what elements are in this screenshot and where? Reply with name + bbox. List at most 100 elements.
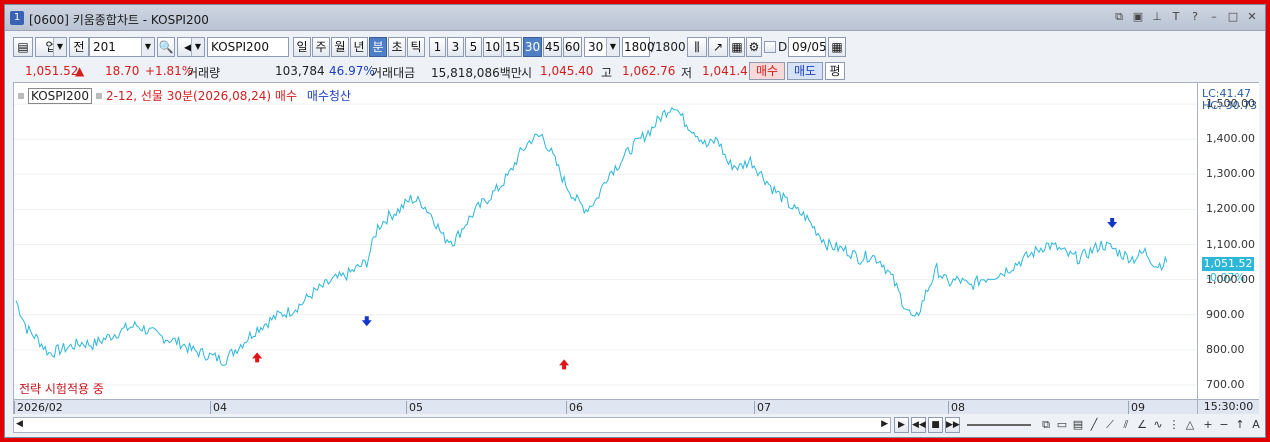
y-tick-label: 700.00 [1206, 377, 1245, 391]
d-label: D [778, 40, 788, 54]
sell-signal-arrow [361, 316, 372, 327]
text-size-icon[interactable]: A [1249, 418, 1263, 432]
zoom-slider[interactable] [963, 417, 1035, 433]
count-total: /1800 [651, 40, 686, 54]
y-tick-label: 1,100.00 [1206, 237, 1255, 251]
interval-button-30[interactable]: 30 [523, 37, 542, 57]
play-icon[interactable]: ▶ [894, 417, 909, 433]
pin-icon[interactable]: ⊥ [1150, 10, 1164, 24]
layout-icon[interactable]: ▣ [1131, 10, 1145, 24]
window-number: 1 [10, 11, 24, 25]
zoom-out-icon[interactable]: − [1217, 418, 1231, 432]
legend-square-icon [95, 93, 102, 99]
change-pct: +1.81% [145, 64, 194, 78]
period-button-5[interactable]: 초 [388, 37, 406, 57]
copy-icon[interactable]: ⧉ [1039, 418, 1053, 432]
scroll-left-icon[interactable]: ◀ [16, 419, 23, 429]
period-button-6[interactable]: 틱 [407, 37, 425, 57]
volume-pct: 46.97% [329, 64, 375, 78]
y-tick-label: 900.00 [1206, 307, 1245, 321]
code-input[interactable]: 201 ▼ [89, 37, 155, 57]
trend-icon[interactable]: ↗ [708, 37, 728, 57]
interval-button-1[interactable]: 1 [429, 37, 446, 57]
period-button-0[interactable]: 일 [293, 37, 311, 57]
draw-wave-icon[interactable]: ∿ [1151, 418, 1165, 432]
window-icon[interactable]: ▭ [1055, 418, 1069, 432]
save-icon[interactable]: ▦ [729, 37, 745, 57]
y-axis: LC:41.47 HC:-30.73 1,051.52 -0.07% 1,500… [1197, 83, 1259, 399]
chevron-down-icon: ▼ [141, 38, 154, 56]
volume: 103,784 [275, 64, 325, 78]
change: 18.70 [105, 64, 140, 78]
amount-label: 거래대금 [371, 66, 416, 80]
chart-legend: KOSPI200 2-12, 선물 30분(2026,08,24) 매수 매수청산 [18, 87, 351, 104]
y-tick-label: 800.00 [1206, 342, 1245, 356]
period-button-1[interactable]: 주 [312, 37, 330, 57]
chart-scrollbar[interactable]: ◀ ▶ [13, 417, 891, 433]
calendar-icon[interactable]: ▦ [828, 37, 846, 57]
minimize-icon[interactable]: – [1207, 10, 1221, 24]
period-button-3[interactable]: 년 [350, 37, 368, 57]
help-icon[interactable]: ? [1188, 10, 1202, 24]
sell-button[interactable]: 매도 [787, 62, 823, 80]
d-checkbox[interactable] [764, 41, 776, 53]
eval-button[interactable]: 평 [825, 62, 845, 80]
prev-button[interactable]: 전 [69, 37, 89, 57]
legend-strategy: 2-12, 선물 30분(2026,08,24) 매수 [105, 89, 298, 103]
price-chart[interactable] [14, 83, 1197, 399]
period-button-4[interactable]: 분 [369, 37, 387, 57]
interval-button-15[interactable]: 15 [503, 37, 522, 57]
title-bar: 1 [0600] 키움종합차트 - KOSPI200 ⧉ ▣ ⊥ T ? – □… [5, 5, 1265, 31]
window-title: [0600] 키움종합차트 - KOSPI200 [29, 13, 209, 27]
x-tick-label: 08 [948, 401, 965, 414]
draw-angle-icon[interactable]: ∠ [1135, 418, 1149, 432]
draw-channel-icon[interactable]: ⫽ [1119, 418, 1133, 432]
stop-icon[interactable]: ■ [928, 417, 943, 433]
chart-up-icon[interactable]: ↑ [1233, 418, 1247, 432]
interval-button-10[interactable]: 10 [483, 37, 502, 57]
interval-button-45[interactable]: 45 [543, 37, 562, 57]
date-input[interactable]: 09/05 [788, 37, 827, 57]
y-tick-label: 1,000.00 [1206, 272, 1255, 286]
candle-icon[interactable]: ⫼ [687, 37, 707, 57]
buy-signal-arrow [559, 359, 570, 370]
draw-tri-icon[interactable]: △ [1183, 418, 1197, 432]
split-icon[interactable]: ▤ [1071, 418, 1085, 432]
search-icon[interactable]: 🔍 [157, 37, 175, 57]
gear-icon[interactable]: ⚙ [746, 37, 762, 57]
maximize-icon[interactable]: □ [1226, 10, 1240, 24]
x-tick-label: 05 [406, 401, 423, 414]
draw-fib-icon[interactable]: ⋮ [1167, 418, 1181, 432]
series-line-kospi200 [15, 107, 1168, 366]
buy-signal-arrow [252, 352, 263, 363]
interval-select[interactable]: 30 ▼ [584, 37, 620, 57]
rewind-icon[interactable]: ◀◀ [911, 417, 926, 433]
forward-icon[interactable]: ▶▶ [945, 417, 960, 433]
current-price-tag: 1,051.52 [1202, 257, 1254, 271]
close-icon[interactable]: ✕ [1245, 10, 1259, 24]
chart-area[interactable]: KOSPI200 2-12, 선물 30분(2026,08,24) 매수 매수청산… [13, 82, 1259, 414]
layout-button[interactable]: ▤ [13, 37, 33, 57]
interval-button-60[interactable]: 60 [563, 37, 582, 57]
scroll-right-icon[interactable]: ▶ [881, 419, 888, 429]
draw-line-icon[interactable]: ╱ [1087, 418, 1101, 432]
x-tick-label: 04 [210, 401, 227, 414]
chevron-down-icon: ▼ [53, 38, 66, 56]
period-button-2[interactable]: 월 [331, 37, 349, 57]
interval-button-3[interactable]: 3 [447, 37, 464, 57]
legend-series[interactable]: KOSPI200 [28, 88, 92, 104]
count-input[interactable]: 1800 [622, 37, 655, 57]
buy-button[interactable]: 매수 [749, 62, 785, 80]
font-icon[interactable]: T [1169, 10, 1183, 24]
chevron-down-icon: ▼ [606, 38, 619, 56]
draw-ray-icon[interactable]: ⟋ [1103, 418, 1117, 432]
interval-button-5[interactable]: 5 [465, 37, 482, 57]
chart-window: 1 [0600] 키움종합차트 - KOSPI200 ⧉ ▣ ⊥ T ? – □… [4, 4, 1266, 438]
price: 1,051.52 [25, 64, 79, 78]
market-select[interactable]: 업 ▼ [35, 37, 67, 57]
zoom-in-icon[interactable]: + [1201, 418, 1215, 432]
high: 1,062.76 [622, 64, 676, 78]
name-field: KOSPI200 [207, 37, 289, 57]
link-icon[interactable]: ⧉ [1112, 10, 1126, 24]
speaker-icon[interactable]: ◀)▼ [177, 37, 205, 57]
